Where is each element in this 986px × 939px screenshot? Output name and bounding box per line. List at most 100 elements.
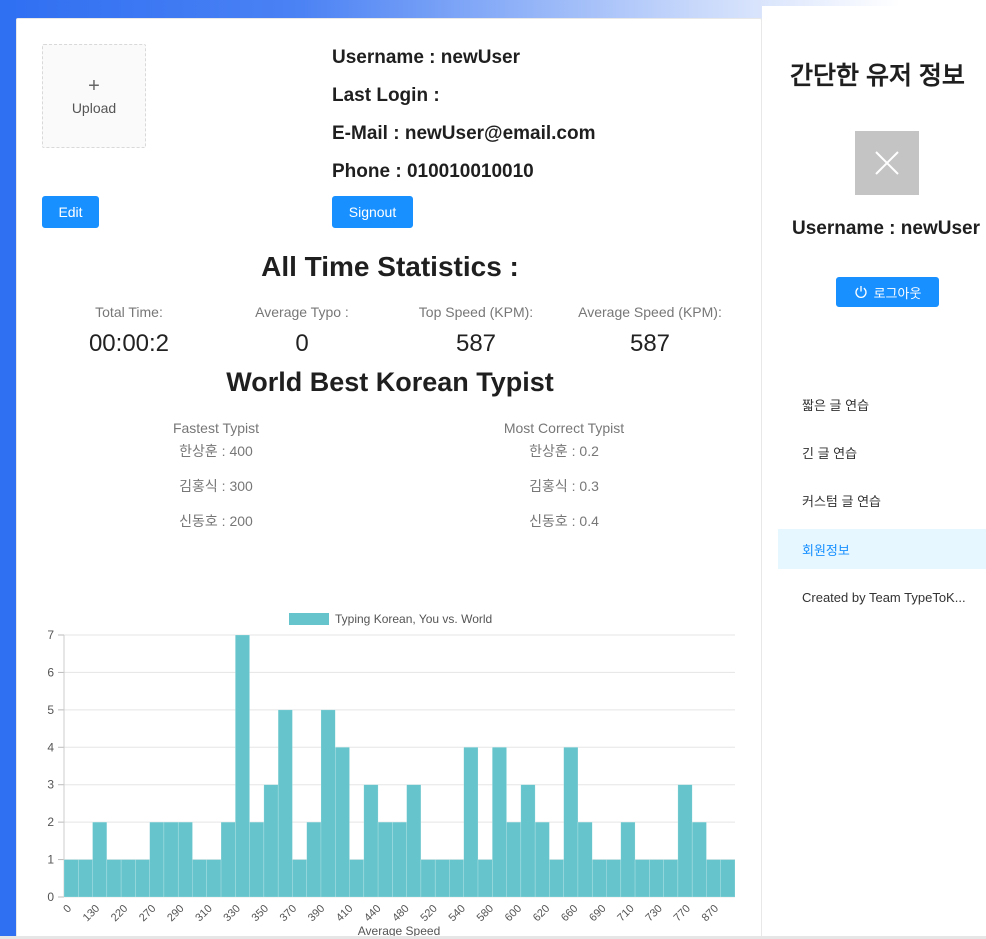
phone-line: Phone : 010010010010 xyxy=(332,161,534,182)
menu-item-credits[interactable]: Created by Team TypeToK... xyxy=(778,577,986,617)
stat-value-average-typo: 0 xyxy=(295,330,309,357)
x-tick-label: 660 xyxy=(559,903,580,924)
x-tick-label: 770 xyxy=(672,903,693,924)
chart-bar xyxy=(120,859,136,898)
stat-label-average-typo: Average Typo : xyxy=(255,304,349,320)
user-sidebar: 간단한 유저 정보 Username : newUser 로그아웃 짧은 글 연… xyxy=(762,6,986,939)
chart-bar xyxy=(78,859,93,898)
y-tick-label: 2 xyxy=(47,815,54,829)
chart-bar xyxy=(463,747,479,898)
x-tick-label: 520 xyxy=(418,903,439,924)
correct-typist-row: 신동호 : 0.4 xyxy=(529,513,599,529)
x-tick-label: 580 xyxy=(475,903,496,924)
chart-bar xyxy=(449,859,464,898)
avatar-upload-button[interactable]: + Upload xyxy=(42,44,146,148)
chart-bar xyxy=(363,784,379,898)
menu-item-label: 긴 글 연습 xyxy=(802,445,858,461)
chart-bar xyxy=(477,859,493,898)
chart-bar xyxy=(549,859,564,898)
chart-bar xyxy=(534,821,550,898)
chart-bar xyxy=(163,821,179,898)
logout-button[interactable]: 로그아웃 xyxy=(836,277,939,307)
plus-icon: + xyxy=(88,75,100,97)
chart-bar xyxy=(63,859,79,898)
x-tick-label: 350 xyxy=(250,903,271,924)
stat-value-top-speed: 587 xyxy=(455,330,497,357)
chart-bar xyxy=(263,784,279,898)
stat-label-total-time: Total Time: xyxy=(95,304,163,320)
chart-bar xyxy=(135,859,150,898)
menu-item-member-info[interactable]: 회원정보 xyxy=(778,529,986,569)
chart-bar xyxy=(634,859,650,898)
x-tick-label: 370 xyxy=(278,903,299,924)
chart-bar xyxy=(206,859,222,898)
chart-svg: Typing Korean, You vs. World 0 1 2 3 4 5 6 7 0 130… xyxy=(47,612,736,938)
y-tick-label: 7 xyxy=(47,628,54,642)
stat-label-top-speed: Top Speed (KPM): xyxy=(418,304,534,320)
chart-bar xyxy=(235,634,250,898)
chart-bar xyxy=(663,859,679,898)
stat-value-average-speed: 587 xyxy=(629,330,671,357)
sidebar-username: Username : newUser xyxy=(792,218,980,239)
correct-typist-row: 김홍식 : 0.3 xyxy=(529,478,599,494)
x-tick-label: 540 xyxy=(446,903,467,924)
x-tick-label: 330 xyxy=(221,903,242,924)
x-tick-label: 270 xyxy=(137,903,158,924)
chart-bar xyxy=(563,747,579,898)
stat-value-total-time: 00:00:2 xyxy=(88,330,170,357)
x-tick-label: 290 xyxy=(165,903,186,924)
chart-bar xyxy=(620,821,636,898)
profile-card: + Upload Edit Username : newUser Last Lo… xyxy=(16,18,762,939)
chart-bar xyxy=(492,747,507,898)
fastest-typist-row: 김홍식 : 300 xyxy=(179,478,253,494)
chart-bar xyxy=(106,859,122,898)
x-tick-label: 480 xyxy=(390,903,411,924)
chart-bar xyxy=(591,859,607,898)
menu-item-label: 짧은 글 연습 xyxy=(802,397,870,413)
x-tick-label: 690 xyxy=(587,903,608,924)
x-tick-label: 220 xyxy=(109,903,130,924)
chart-bar xyxy=(192,859,208,898)
x-tick-label: 870 xyxy=(700,903,721,924)
y-tick-label: 4 xyxy=(47,740,54,754)
x-tick-label: 730 xyxy=(643,903,664,924)
chart-bar xyxy=(506,821,522,898)
x-tick-label: 710 xyxy=(615,903,636,924)
stats-title: All Time Statistics : xyxy=(261,251,519,282)
menu-item-custom-practice[interactable]: 커스텀 글 연습 xyxy=(778,480,986,520)
chart-bar xyxy=(220,821,236,898)
chart-bar xyxy=(149,821,165,898)
x-tick-label: 310 xyxy=(193,903,214,924)
chart-bar xyxy=(377,821,393,898)
menu-item-short-practice[interactable]: 짧은 글 연습 xyxy=(778,384,986,424)
menu-item-label: 커스텀 글 연습 xyxy=(802,493,881,509)
x-tick-label: 410 xyxy=(334,903,355,924)
menu-item-long-practice[interactable]: 긴 글 연습 xyxy=(778,432,986,472)
left-accent-band xyxy=(0,0,16,939)
edit-button[interactable]: Edit xyxy=(42,196,99,228)
legend-swatch xyxy=(289,613,329,625)
avatar xyxy=(855,131,919,195)
chart-bar xyxy=(677,784,693,898)
chart-bar xyxy=(520,784,536,898)
x-tick-label: 130 xyxy=(81,903,102,924)
fastest-typist-row: 신동호 : 200 xyxy=(179,513,253,529)
y-tick-label: 6 xyxy=(47,665,54,679)
legend-label: Typing Korean, You vs. World xyxy=(335,612,492,626)
logout-label: 로그아웃 xyxy=(873,285,922,301)
y-tick-label: 3 xyxy=(47,778,54,792)
y-tick-label: 1 xyxy=(47,853,54,867)
signout-button[interactable]: Signout xyxy=(332,196,413,228)
chart-bar xyxy=(320,709,336,898)
x-tick-label: 600 xyxy=(503,903,524,924)
correct-typist-row: 한상훈 : 0.2 xyxy=(529,443,599,459)
x-tick-label: 0 xyxy=(61,903,74,916)
chart-bar xyxy=(434,859,450,898)
speed-histogram-chart: Typing Korean, You vs. World 0 1 2 3 4 5 6 7 0 130… xyxy=(17,584,761,938)
chart-bar xyxy=(306,821,322,898)
y-tick-label: 5 xyxy=(47,703,54,717)
sidebar-title: 간단한 유저 정보 xyxy=(790,62,965,90)
close-icon xyxy=(875,151,899,175)
chart-bar xyxy=(720,859,736,898)
chart-bar xyxy=(177,821,193,898)
